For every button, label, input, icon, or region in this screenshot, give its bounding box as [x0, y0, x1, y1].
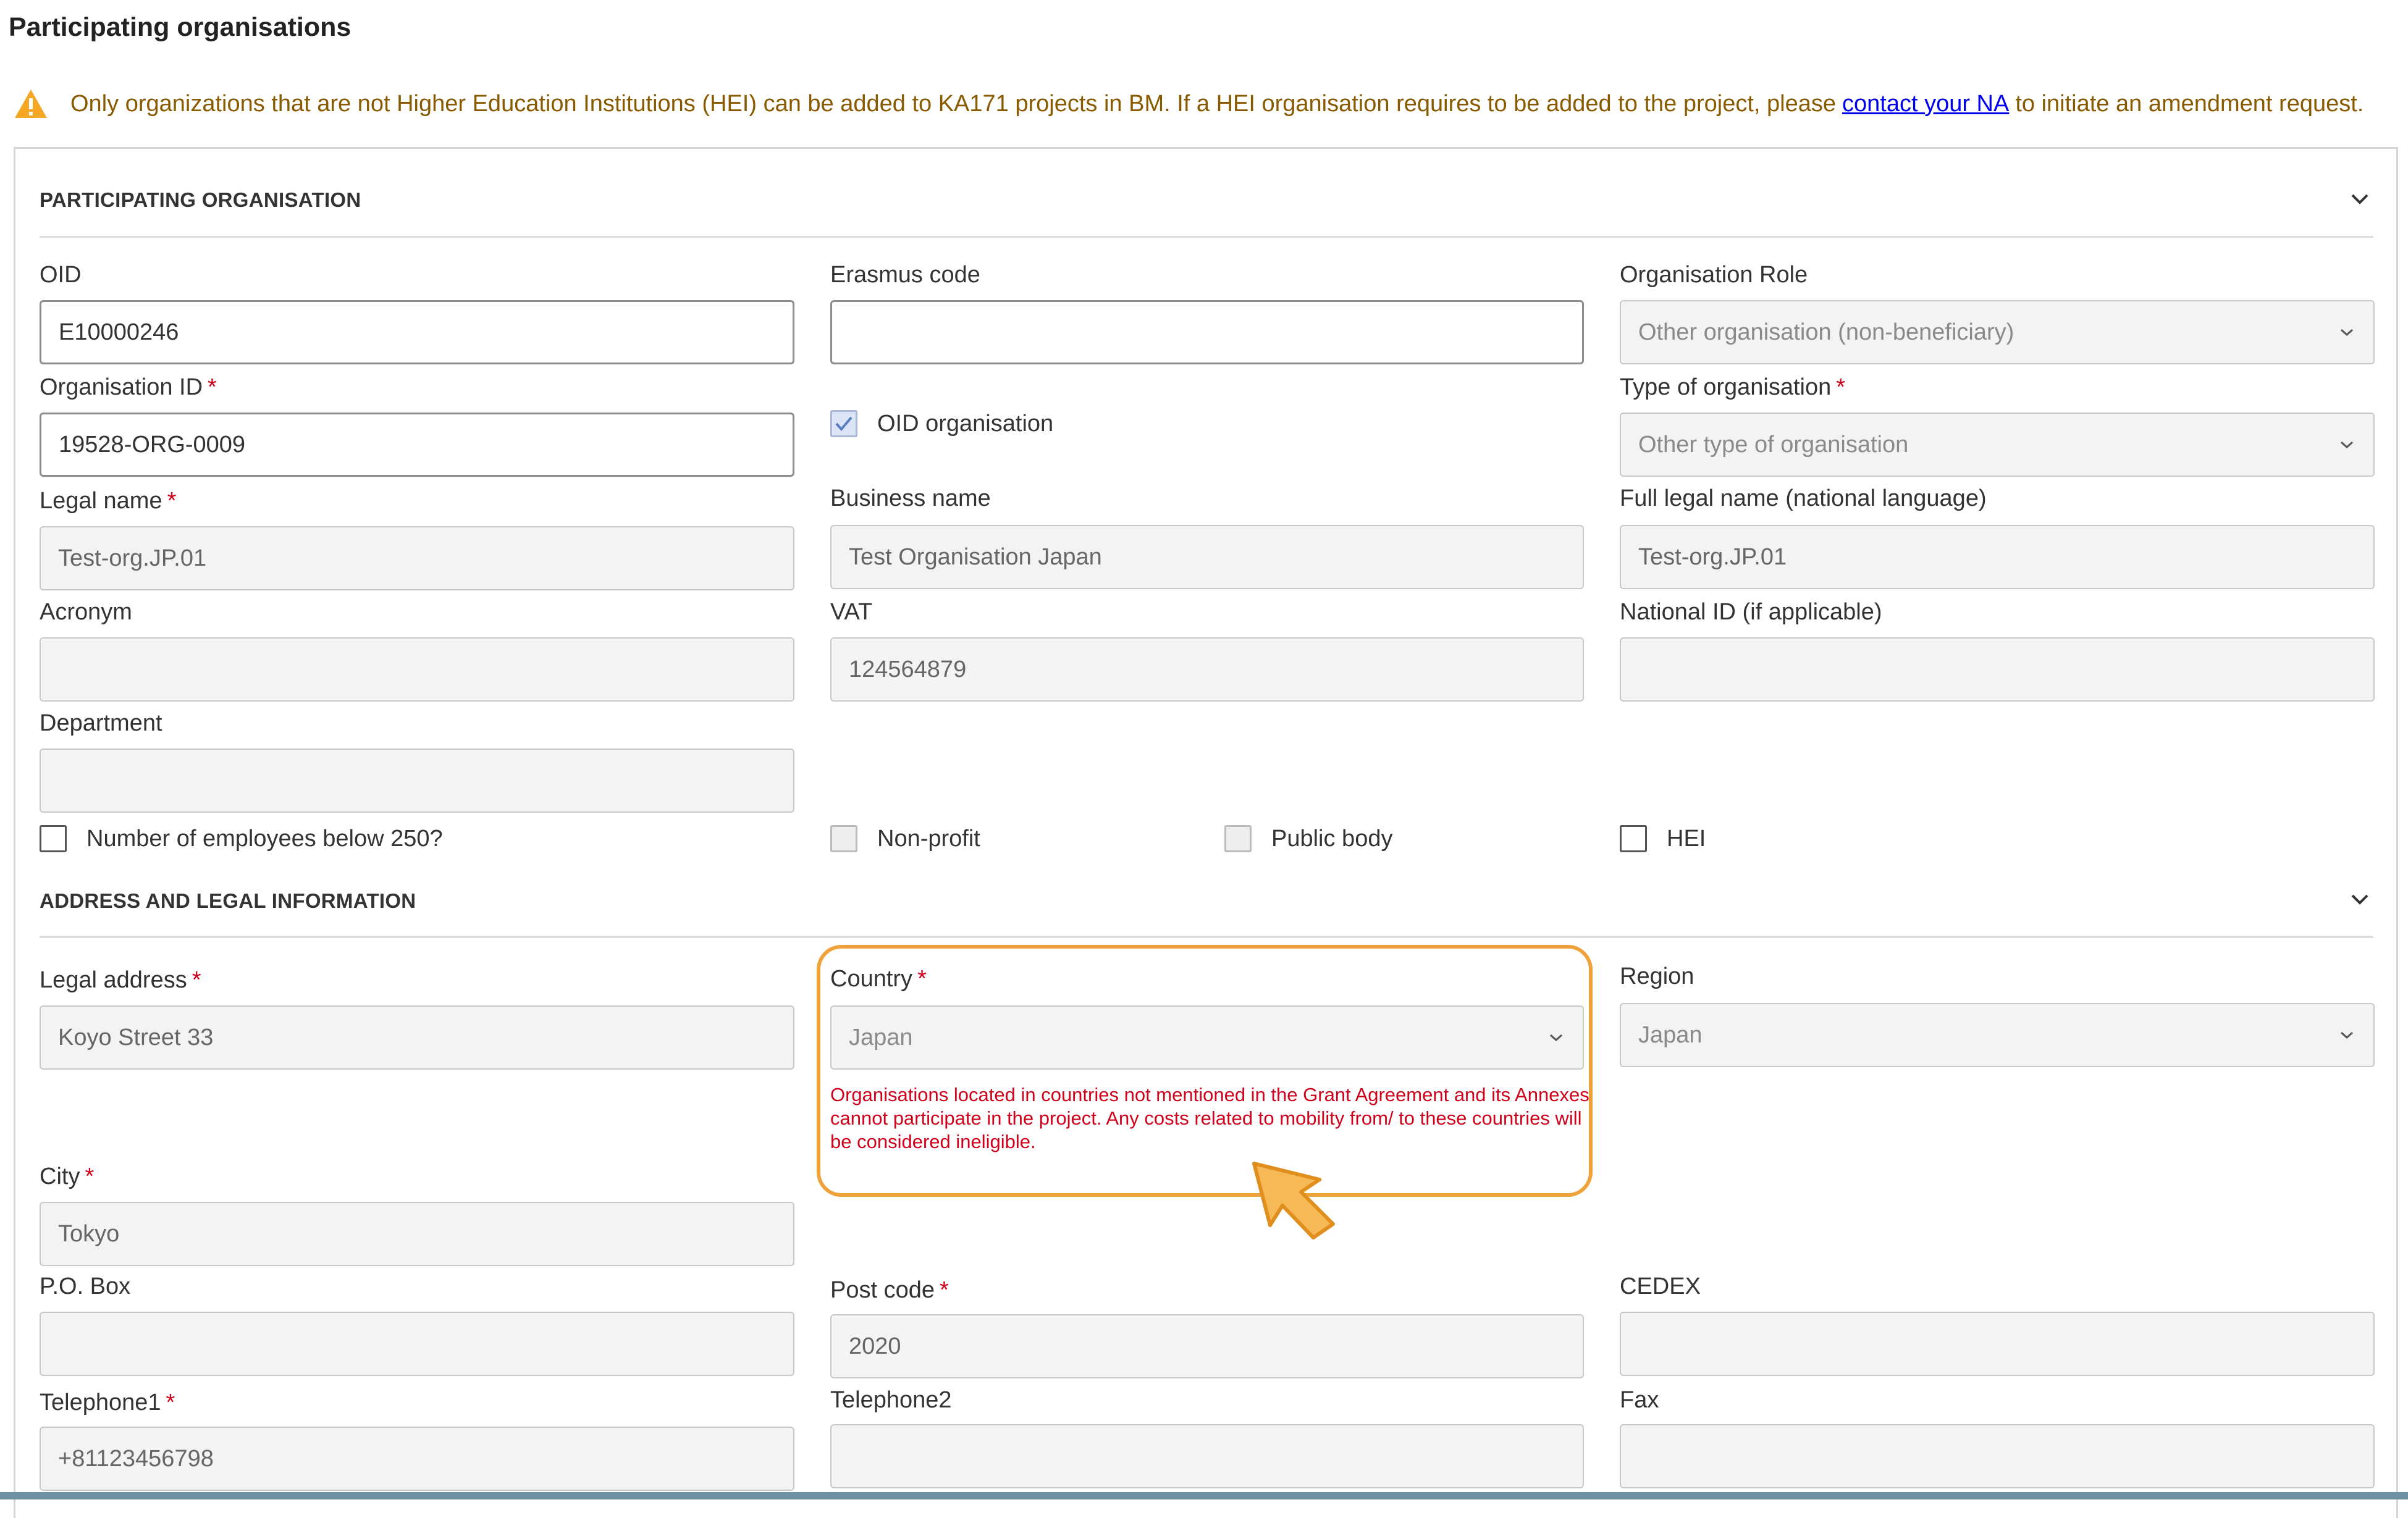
department-label: Department: [40, 710, 162, 736]
type-of-organisation-value: Other type of organisation: [1638, 431, 1909, 458]
post-code-label: Post code *: [830, 1277, 949, 1303]
organisation-role-label: Organisation Role: [1620, 262, 1808, 288]
full-legal-name-label: Full legal name (national language): [1620, 485, 1987, 511]
public-body-label: Public body: [1271, 825, 1393, 852]
department-input[interactable]: [40, 749, 794, 813]
business-name-input[interactable]: Test Organisation Japan: [830, 525, 1584, 589]
city-label: City *: [40, 1164, 95, 1189]
full-legal-name-input[interactable]: Test-org.JP.01: [1620, 525, 2375, 589]
region-value: Japan: [1638, 1021, 1703, 1048]
oid-label: OID: [40, 262, 82, 288]
organisation-role-select[interactable]: Other organisation (non-beneficiary): [1620, 300, 2375, 364]
warning-text-before: Only organizations that are not Higher E…: [70, 90, 1836, 117]
country-label: Country *: [830, 966, 927, 992]
po-box-input[interactable]: [40, 1312, 794, 1376]
country-select[interactable]: Japan: [830, 1005, 1584, 1070]
oid-organisation-checkbox[interactable]: OID organisation: [830, 410, 1053, 437]
fax-label: Fax: [1620, 1387, 1659, 1413]
public-body-checkbox[interactable]: Public body: [1224, 825, 1392, 852]
employees-below-250-checkbox[interactable]: Number of employees below 250?: [40, 825, 443, 852]
warning-text-after: to initiate an amendment request.: [2015, 90, 2364, 117]
type-of-organisation-select[interactable]: Other type of organisation: [1620, 413, 2375, 477]
fax-input[interactable]: [1620, 1424, 2375, 1488]
hei-checkbox[interactable]: HEI: [1620, 825, 1706, 852]
telephone1-label: Telephone1 *: [40, 1390, 175, 1415]
city-input[interactable]: Tokyo: [40, 1202, 794, 1266]
telephone2-input[interactable]: [830, 1424, 1584, 1488]
country-error-message: Organisations located in countries not m…: [830, 1084, 1589, 1152]
legal-name-label: Legal name *: [40, 488, 177, 514]
erasmus-code-input[interactable]: [830, 300, 1584, 364]
checkbox-unchecked-icon: [40, 825, 67, 852]
legal-name-input[interactable]: Test-org.JP.01: [40, 526, 794, 590]
vat-label: VAT: [830, 599, 873, 625]
page-title: Participating organisations: [9, 12, 352, 42]
oid-input[interactable]: E10000246: [40, 300, 794, 364]
warning-banner: Only organizations that are not Higher E…: [14, 86, 2364, 121]
oid-organisation-label: OID organisation: [877, 410, 1054, 437]
chevron-down-icon[interactable]: [2346, 886, 2373, 913]
cedex-label: CEDEX: [1620, 1273, 1701, 1299]
organisation-id-label: Organisation ID *: [40, 374, 217, 400]
checkbox-unchecked-icon: [1620, 825, 1647, 852]
vat-input[interactable]: 124564879: [830, 637, 1584, 702]
national-id-label: National ID (if applicable): [1620, 599, 1882, 625]
hei-label: HEI: [1667, 825, 1706, 852]
checkbox-unchecked-icon: [1224, 825, 1252, 852]
non-profit-checkbox[interactable]: Non-profit: [830, 825, 980, 852]
country-highlight-frame: [817, 945, 1593, 1197]
legal-address-input[interactable]: Koyo Street 33: [40, 1005, 794, 1070]
chevron-down-icon: [2341, 1031, 2353, 1039]
region-select[interactable]: Japan: [1620, 1003, 2375, 1067]
post-code-input[interactable]: 2020: [830, 1314, 1584, 1378]
section-title-address: ADDRESS AND LEGAL INFORMATION: [40, 889, 416, 912]
acronym-label: Acronym: [40, 599, 132, 625]
section-divider: [40, 936, 2373, 938]
section-title-participating: PARTICIPATING ORGANISATION: [40, 188, 361, 211]
chevron-down-icon: [1550, 1034, 1562, 1042]
pointer-arrow-icon: [1252, 1162, 1335, 1239]
acronym-input[interactable]: [40, 637, 794, 702]
non-profit-label: Non-profit: [877, 825, 980, 852]
organisation-id-input[interactable]: 19528-ORG-0009: [40, 413, 794, 477]
erasmus-code-label: Erasmus code: [830, 262, 980, 288]
employees-below-250-label: Number of employees below 250?: [86, 825, 443, 852]
country-value: Japan: [849, 1024, 913, 1050]
type-of-organisation-label: Type of organisation *: [1620, 374, 1846, 400]
checkbox-checked-icon: [830, 410, 857, 437]
organisation-role-value: Other organisation (non-beneficiary): [1638, 319, 2014, 345]
warning-icon: [15, 90, 47, 118]
bottom-edge-bar: [0, 1492, 2408, 1499]
checkbox-unchecked-icon: [830, 825, 857, 852]
po-box-label: P.O. Box: [40, 1273, 131, 1299]
telephone1-input[interactable]: +81123456798: [40, 1427, 794, 1491]
chevron-down-icon: [2341, 441, 2353, 449]
section-divider: [40, 236, 2373, 238]
cedex-input[interactable]: [1620, 1312, 2375, 1376]
legal-address-label: Legal address *: [40, 967, 201, 993]
contact-na-link[interactable]: contact your NA: [1842, 91, 2009, 117]
national-id-input[interactable]: [1620, 637, 2375, 702]
chevron-down-icon[interactable]: [2346, 185, 2373, 212]
chevron-down-icon: [2341, 329, 2353, 337]
telephone2-label: Telephone2: [830, 1387, 952, 1413]
region-label: Region: [1620, 963, 1694, 989]
business-name-label: Business name: [830, 485, 991, 511]
